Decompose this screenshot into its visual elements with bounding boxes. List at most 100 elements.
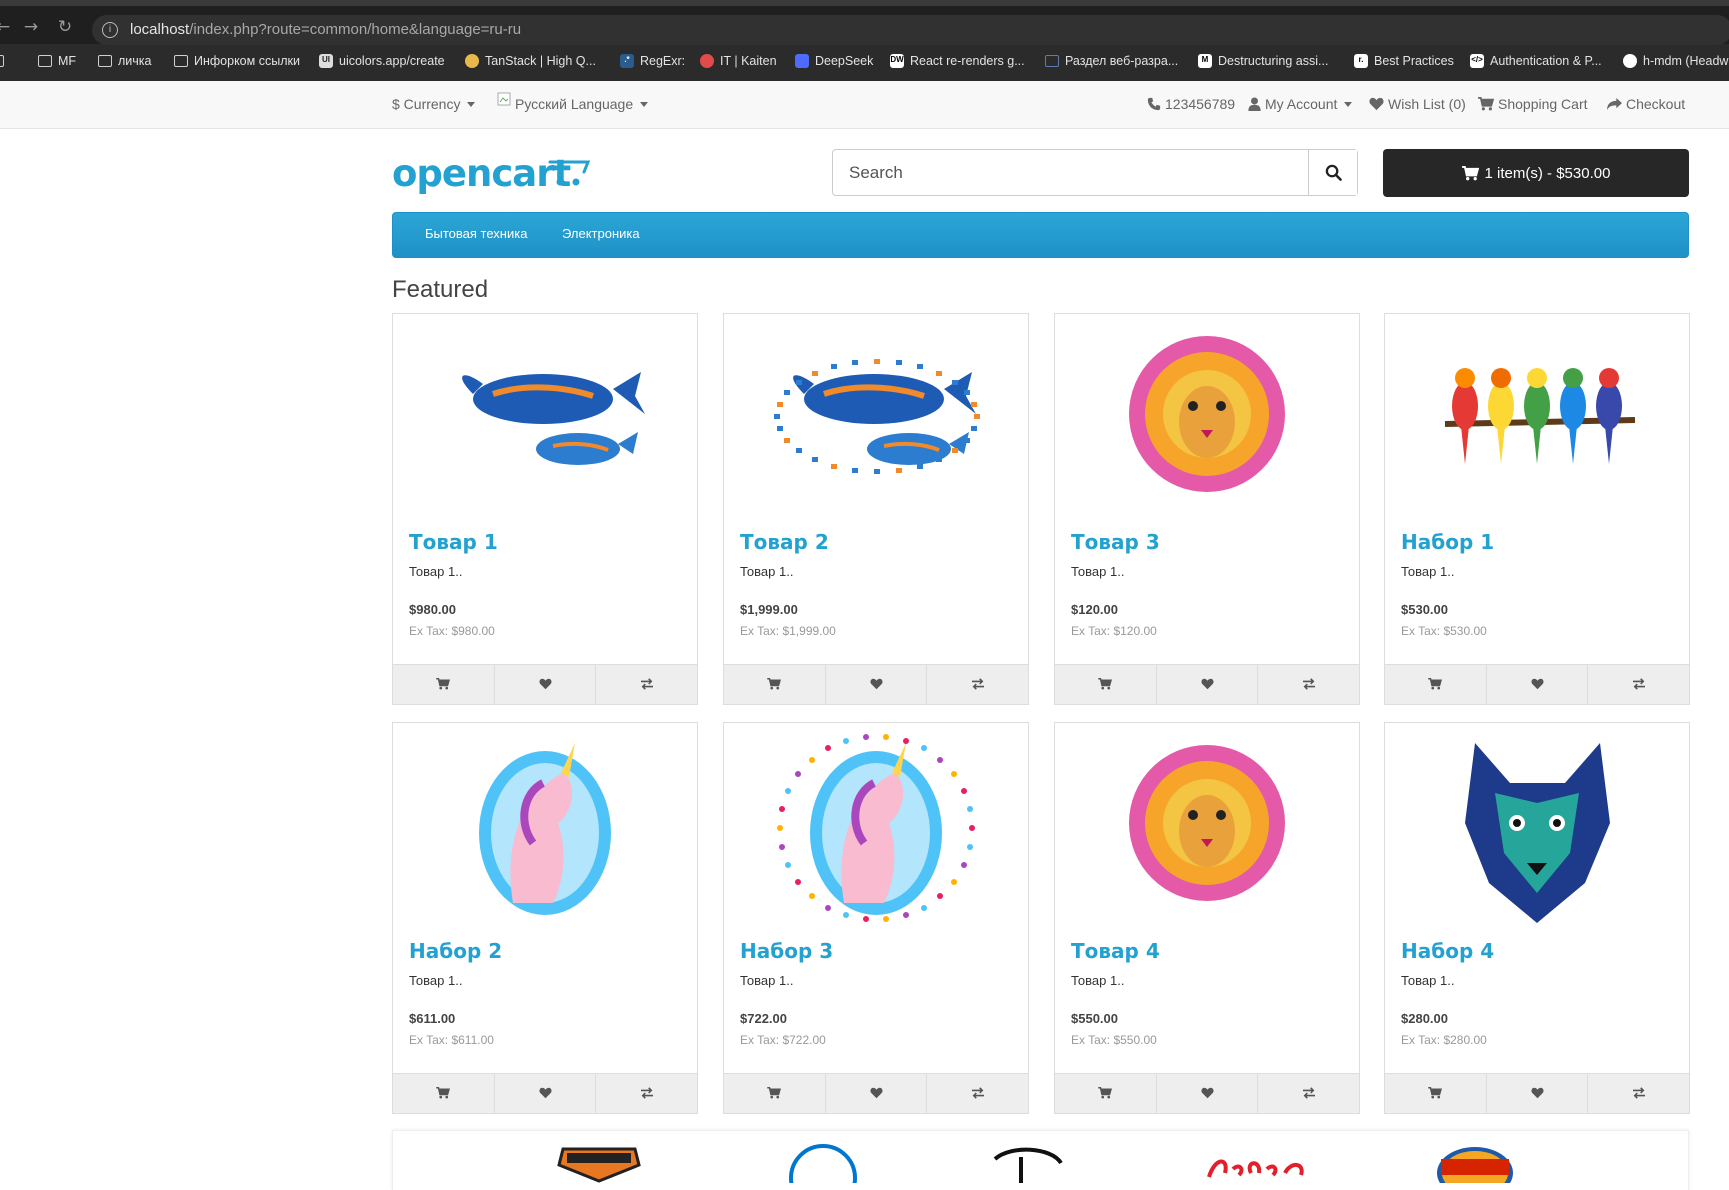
heart-icon [1200, 1084, 1214, 1103]
product-ex-tax: Ex Tax: $722.00 [740, 1033, 826, 1047]
add-to-wishlist-button[interactable] [495, 1074, 597, 1113]
product-image-whales-puzzle-pieces[interactable] [724, 314, 1028, 524]
add-to-wishlist-button[interactable] [826, 1074, 928, 1113]
bookmark-regexr[interactable]: .* RegExr: [620, 53, 685, 69]
compare-button[interactable] [1258, 665, 1359, 704]
bookmark-react-rerenders[interactable]: DW React re-renders g... [890, 53, 1025, 69]
heart-icon [538, 1084, 552, 1103]
product-description: Товар 1.. [740, 564, 794, 579]
product-card: Товар 4 Товар 1.. $550.00 Ex Tax: $550.00 [1054, 722, 1360, 1114]
caret-down-icon [640, 101, 649, 107]
product-name[interactable]: Набор 2 [409, 939, 502, 963]
phone-link[interactable]: 123456789 [1147, 93, 1235, 115]
cart-summary-button[interactable]: 1 item(s) - $530.00 [1383, 149, 1689, 197]
tanstack-favicon-icon [465, 54, 479, 68]
product-ex-tax: Ex Tax: $1,999.00 [740, 624, 836, 638]
product-name[interactable]: Товар 4 [1071, 939, 1160, 963]
store-logo[interactable]: opencart [392, 152, 602, 200]
menu-item-electronics[interactable]: Электроника [562, 226, 640, 241]
bookmark-uicolors[interactable]: UI uicolors.app/create [319, 53, 445, 69]
product-image-whales-puzzle[interactable] [393, 314, 697, 524]
menu-item-appliances[interactable]: Бытовая техника [425, 226, 527, 241]
compare-button[interactable] [927, 665, 1028, 704]
bookmark-authentication[interactable]: </> Authentication & P... [1470, 53, 1602, 69]
add-to-cart-button[interactable] [724, 665, 826, 704]
compare-icon [971, 1084, 985, 1103]
product-name[interactable]: Набор 1 [1401, 530, 1494, 554]
product-image-wolf-puzzle[interactable] [1385, 723, 1689, 933]
harley-davidson-logo[interactable] [553, 1143, 645, 1183]
bookmark-tanstack[interactable]: TanStack | High Q... [465, 53, 596, 69]
compare-button[interactable] [1588, 1074, 1689, 1113]
compare-button[interactable] [1588, 665, 1689, 704]
product-card: Набор 2 Товар 1.. $611.00 Ex Tax: $611.00 [392, 722, 698, 1114]
product-image-parrots-puzzle[interactable] [1385, 314, 1689, 524]
search-input[interactable] [833, 150, 1311, 195]
add-to-wishlist-button[interactable] [1157, 1074, 1259, 1113]
product-image-lion-puzzle[interactable] [1055, 723, 1359, 933]
product-ex-tax: Ex Tax: $980.00 [409, 624, 495, 638]
my-account-dropdown[interactable]: My Account [1248, 93, 1353, 115]
product-name[interactable]: Товар 1 [409, 530, 498, 554]
product-actions [724, 1073, 1028, 1113]
product-image-unicorn-puzzle-pieces[interactable] [724, 723, 1028, 933]
bookmark-best-practices[interactable]: r. Best Practices [1354, 53, 1454, 69]
add-to-cart-button[interactable] [724, 1074, 826, 1113]
shopping-cart-link[interactable]: Shopping Cart [1478, 93, 1588, 115]
compare-button[interactable] [927, 1074, 1028, 1113]
apps-icon[interactable] [0, 53, 4, 69]
currency-dropdown[interactable]: $ Currency [392, 93, 476, 115]
bookmark-razdel[interactable]: Раздел веб-разра... [1045, 53, 1178, 69]
bookmarks-bar: MF личка Инфорком ссылки UI uicolors.app/… [0, 48, 1729, 74]
product-price: $530.00 [1401, 602, 1448, 617]
add-to-cart-button[interactable] [1385, 665, 1487, 704]
coca-cola-logo[interactable] [1205, 1143, 1315, 1183]
product-name[interactable]: Набор 4 [1401, 939, 1494, 963]
heart-icon [869, 675, 883, 694]
checkout-link[interactable]: Checkout [1607, 93, 1685, 115]
add-to-cart-button[interactable] [393, 1074, 495, 1113]
add-to-wishlist-button[interactable] [1157, 665, 1259, 704]
cart-icon [1428, 675, 1443, 694]
store-top-bar: $ Currency Русский Language 123456789 My… [0, 81, 1729, 129]
bookmark-lichka[interactable]: личка [98, 53, 151, 69]
uicolors-favicon-icon: UI [319, 54, 333, 68]
burger-king-logo[interactable] [1433, 1143, 1517, 1183]
address-bar[interactable]: i localhost/index.php?route=common/home&… [92, 15, 1729, 45]
forward-icon[interactable]: → [20, 16, 42, 38]
reload-icon[interactable]: ↻ [54, 16, 76, 38]
add-to-wishlist-button[interactable] [1487, 665, 1589, 704]
add-to-cart-button[interactable] [1055, 665, 1157, 704]
wishlist-link[interactable]: Wish List (0) [1369, 93, 1466, 115]
product-image-unicorn-puzzle[interactable] [393, 723, 697, 933]
search-button[interactable] [1308, 150, 1357, 195]
bookmark-destructuring[interactable]: M Destructuring assi... [1198, 53, 1328, 69]
deepseek-favicon-icon [795, 54, 809, 68]
disney-logo[interactable] [991, 1143, 1071, 1183]
compare-button[interactable] [596, 1074, 697, 1113]
compare-button[interactable] [596, 665, 697, 704]
cart-icon [1478, 97, 1494, 111]
bookmark-h-mdm[interactable]: h-mdm (Headw [1623, 53, 1728, 69]
add-to-cart-button[interactable] [1055, 1074, 1157, 1113]
compare-icon [1632, 675, 1646, 694]
add-to-wishlist-button[interactable] [1487, 1074, 1589, 1113]
best-practices-favicon-icon: r. [1354, 54, 1368, 68]
site-info-icon[interactable]: i [102, 22, 118, 38]
dell-logo[interactable] [788, 1143, 858, 1183]
language-dropdown[interactable]: Русский Language [497, 92, 649, 115]
product-image-lion-puzzle[interactable] [1055, 314, 1359, 524]
add-to-cart-button[interactable] [1385, 1074, 1487, 1113]
product-name[interactable]: Товар 2 [740, 530, 829, 554]
add-to-wishlist-button[interactable] [495, 665, 597, 704]
bookmark-inforkom[interactable]: Инфорком ссылки [174, 53, 300, 69]
add-to-cart-button[interactable] [393, 665, 495, 704]
bookmark-deepseek[interactable]: DeepSeek [795, 53, 873, 69]
bookmark-mf[interactable]: MF [38, 53, 76, 69]
add-to-wishlist-button[interactable] [826, 665, 928, 704]
compare-button[interactable] [1258, 1074, 1359, 1113]
product-name[interactable]: Товар 3 [1071, 530, 1160, 554]
product-name[interactable]: Набор 3 [740, 939, 833, 963]
back-icon[interactable]: ← [0, 16, 14, 38]
bookmark-kaiten[interactable]: IT | Kaiten [700, 53, 777, 69]
